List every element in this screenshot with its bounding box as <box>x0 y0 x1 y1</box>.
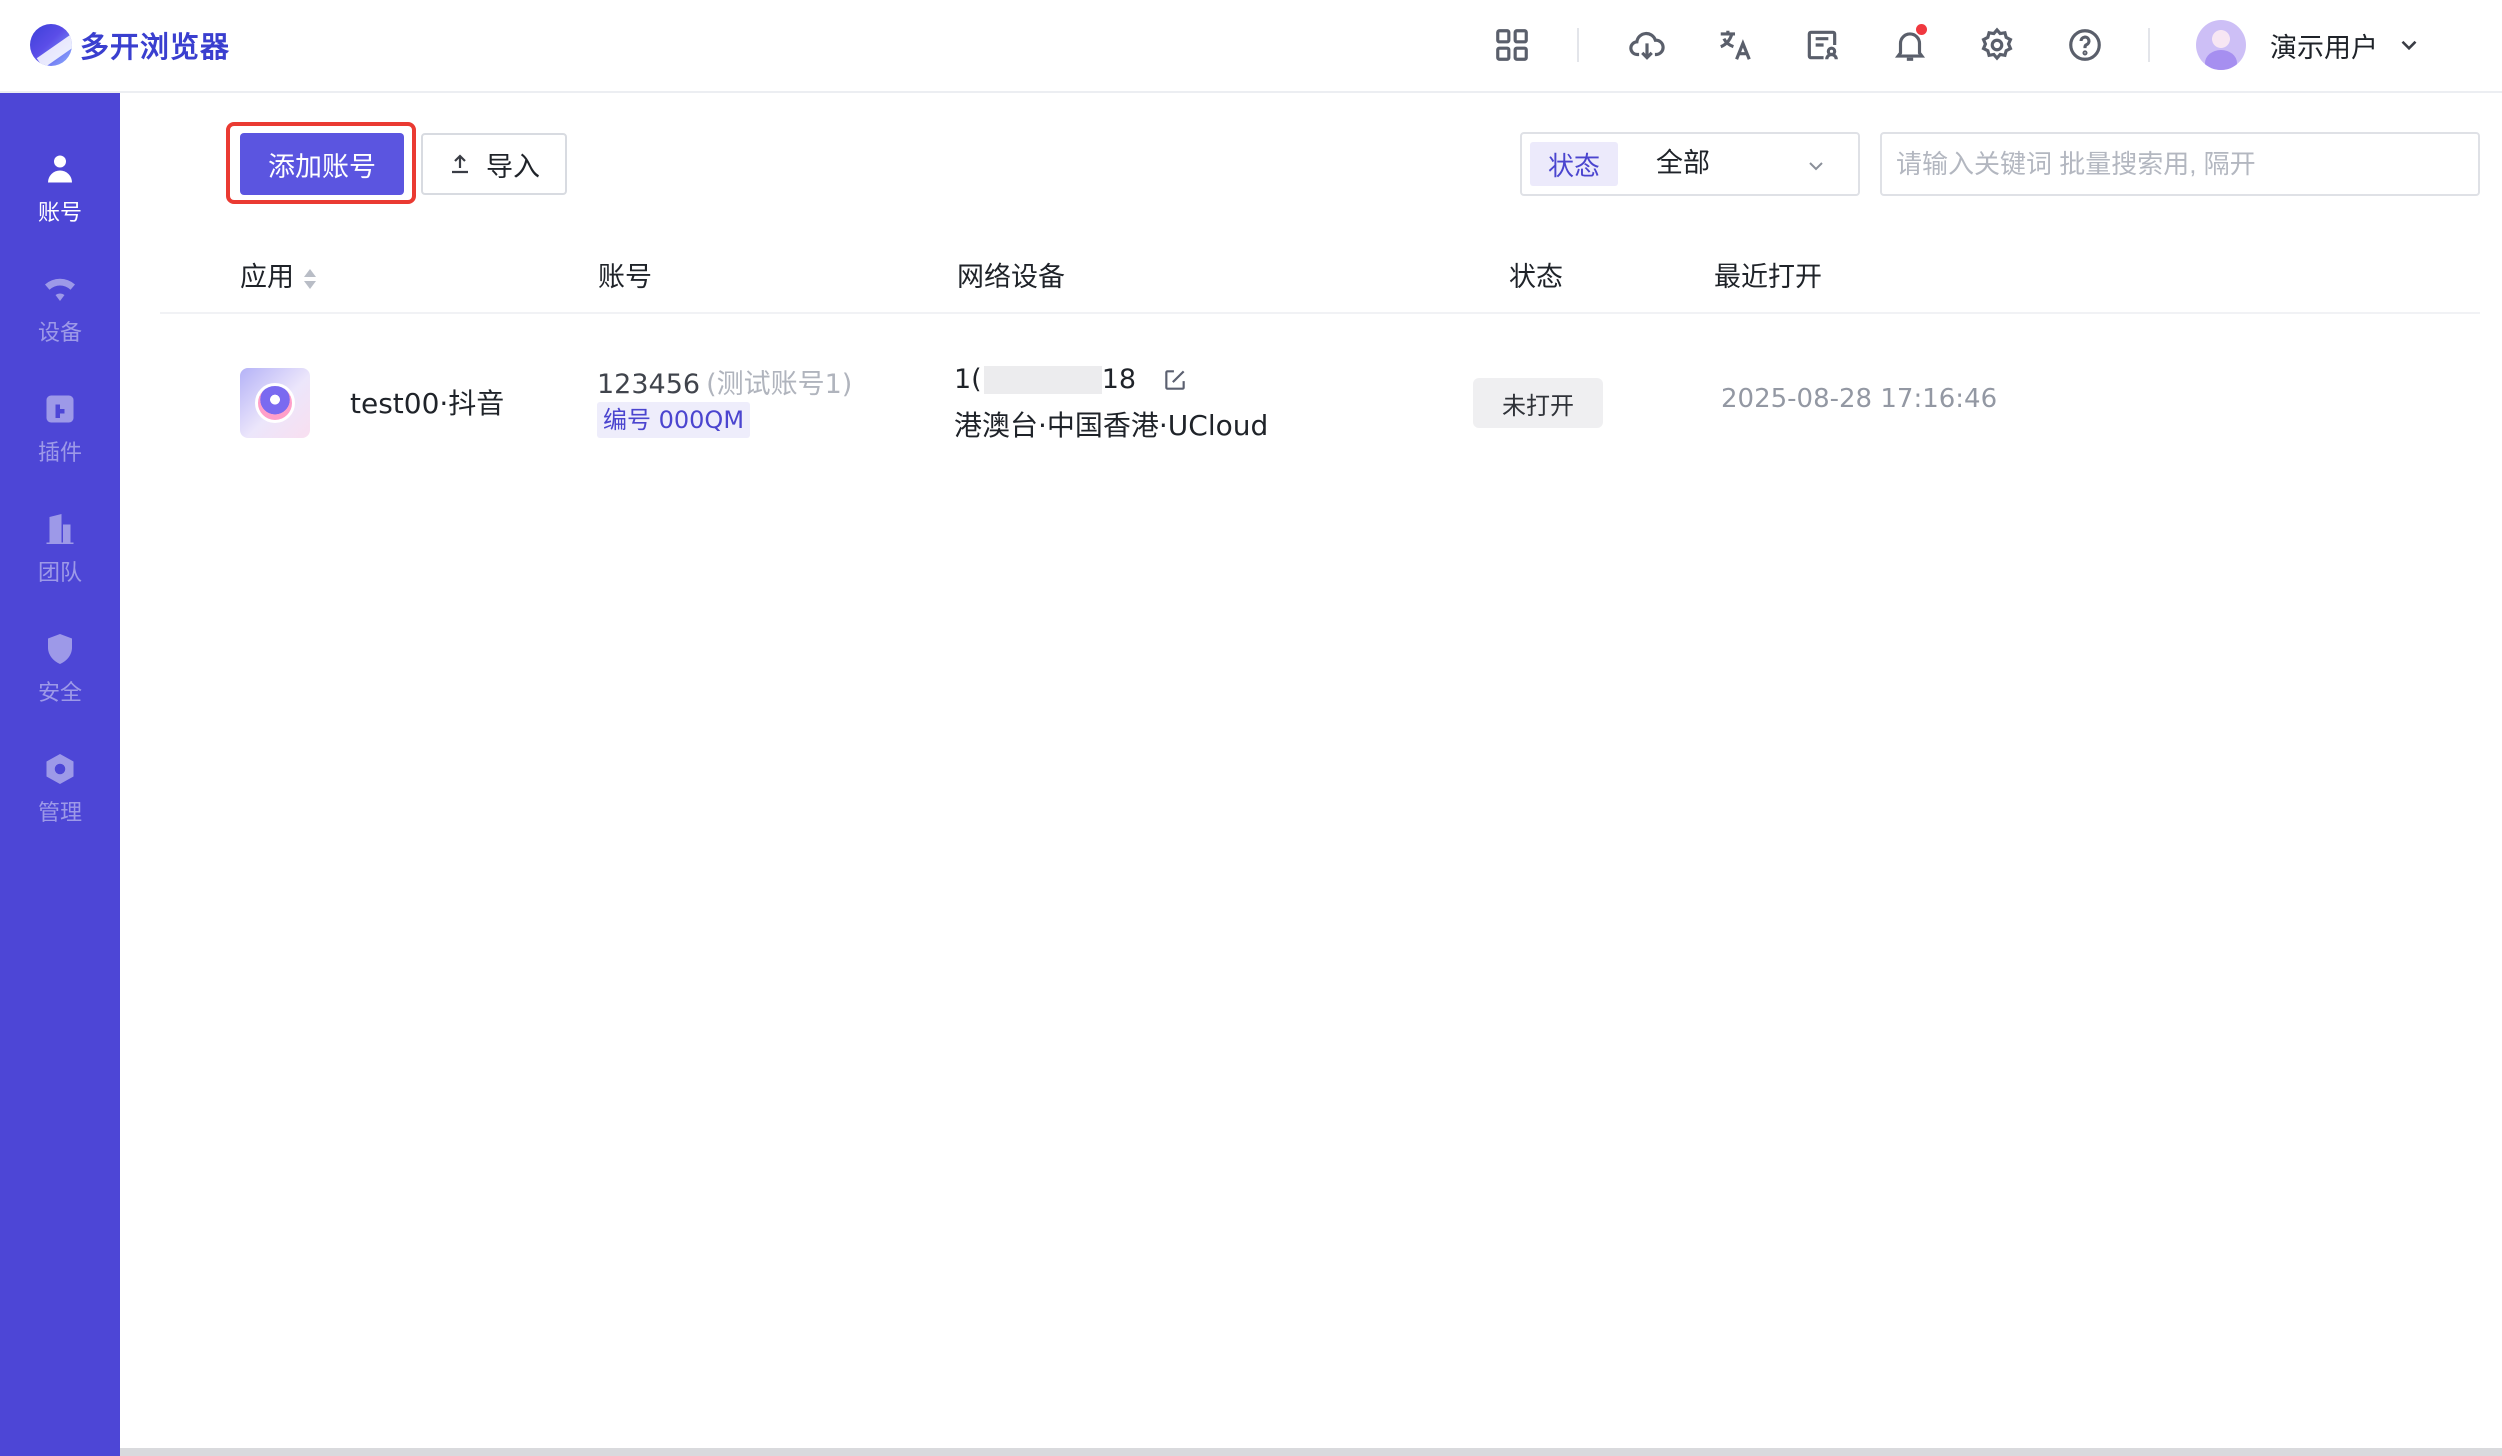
sidebar-item-admin[interactable]: 管理 <box>0 749 120 849</box>
top-bar: 多开浏览器 演示用户 <box>0 0 2502 93</box>
sidebar-item-team[interactable]: 团队 <box>0 509 120 609</box>
column-header-status: 状态 <box>1509 262 1563 293</box>
account-id: 123456 (测试账号1) <box>597 362 852 401</box>
sidebar-item-label: 管理 <box>37 801 82 826</box>
sidebar: 账号 设备 插件 团队 安全 管理 <box>0 93 120 1456</box>
status-filter-value: 全部 <box>1656 148 1710 179</box>
sidebar-item-plugins[interactable]: 插件 <box>0 389 120 489</box>
status-badge: 未打开 <box>1473 378 1603 428</box>
edit-icon[interactable] <box>1162 367 1188 393</box>
ip-prefix: 1( <box>954 364 982 395</box>
status-filter-tag: 状态 <box>1530 142 1618 186</box>
table-header: 应用 账号 网络设备 状态 最近打开 <box>160 250 2480 314</box>
wifi-icon <box>40 269 80 309</box>
app-name: test00·抖音 <box>350 387 505 420</box>
toolbar-divider <box>2148 28 2150 62</box>
last-opened-time: 2025-08-28 17:16:46 <box>1721 384 1998 414</box>
upload-icon <box>452 154 468 174</box>
plugin-icon <box>40 389 80 429</box>
column-header-app[interactable]: 应用 <box>240 258 316 298</box>
window-bottom-edge <box>120 1448 2502 1456</box>
ip-suffix: 18 <box>1101 364 1137 395</box>
sidebar-item-accounts[interactable]: 账号 <box>0 149 120 249</box>
sidebar-item-label: 团队 <box>37 561 82 586</box>
help-icon[interactable] <box>2062 22 2108 68</box>
network-ip: 1( 18 <box>954 364 1188 395</box>
building-icon <box>40 509 80 549</box>
column-header-network: 网络设备 <box>957 262 1065 293</box>
hexagon-icon <box>40 749 80 789</box>
account-code-badge: 编号 000QM <box>597 402 751 438</box>
translate-icon[interactable] <box>1712 22 1758 68</box>
gear-icon[interactable] <box>1974 22 2020 68</box>
account-id-value: 123456 <box>597 369 701 400</box>
user-name: 演示用户 <box>2270 32 2378 64</box>
brand-logo <box>30 24 72 66</box>
notification-dot <box>1916 24 1927 35</box>
chevron-down-icon <box>2396 32 2422 58</box>
sidebar-item-label: 账号 <box>37 201 82 226</box>
column-header-last-opened: 最近打开 <box>1714 262 1822 293</box>
sidebar-item-label: 插件 <box>37 441 82 466</box>
brand: 多开浏览器 <box>30 22 230 68</box>
sidebar-item-devices[interactable]: 设备 <box>0 269 120 369</box>
sidebar-item-label: 设备 <box>37 321 82 346</box>
ip-redaction <box>983 365 1102 394</box>
table-row[interactable]: test00·抖音 123456 (测试账号1) 编号 000QM 1( 18 港澳… <box>160 340 2480 470</box>
network-location: 港澳台·中国香港·UCloud <box>954 409 1269 442</box>
chevron-down-icon <box>1804 154 1828 178</box>
avatar <box>2196 20 2246 70</box>
status-filter-select[interactable]: 状态 全部 <box>1520 132 1860 196</box>
account-remark: (测试账号1) <box>706 369 853 400</box>
shield-icon <box>40 629 80 669</box>
apps-grid-icon[interactable] <box>1489 22 1535 68</box>
bell-icon[interactable] <box>1887 22 1933 68</box>
column-header-account: 账号 <box>598 262 652 293</box>
brand-name: 多开浏览器 <box>80 30 231 64</box>
search-input[interactable] <box>1880 132 2480 196</box>
toolbar-divider <box>1577 28 1579 62</box>
sidebar-item-security[interactable]: 安全 <box>0 629 120 729</box>
user-menu[interactable]: 演示用户 <box>2196 18 2422 72</box>
sort-icon[interactable] <box>304 267 316 291</box>
import-button[interactable]: 导入 <box>421 133 567 195</box>
app-icon <box>240 368 310 438</box>
add-account-button[interactable]: 添加账号 <box>240 133 404 195</box>
column-header-label: 应用 <box>240 262 294 293</box>
contact-card-icon[interactable] <box>1799 22 1845 68</box>
cloud-download-icon[interactable] <box>1624 22 1670 68</box>
import-label: 导入 <box>486 151 540 183</box>
user-icon <box>40 149 80 189</box>
sidebar-item-label: 安全 <box>37 681 82 706</box>
